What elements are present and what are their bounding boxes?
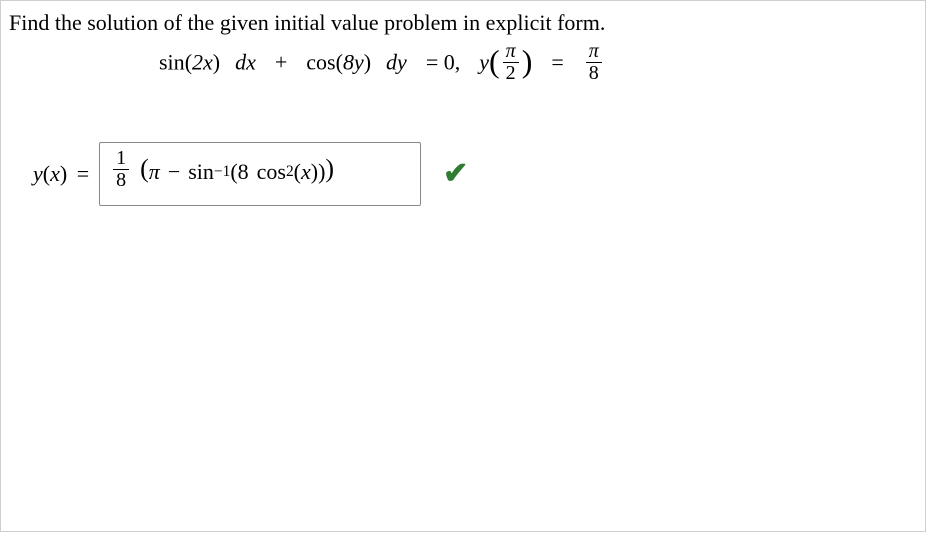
answer-input[interactable]: 1 8 ( π − sin−1(8cos2(x)) ) — [99, 142, 421, 206]
eq-dx: dx — [235, 49, 256, 74]
answer-row: y(x) = 1 8 ( π − sin−1(8cos2(x)) ) ✔ — [33, 142, 917, 206]
eq-sin-arg: 2x — [192, 49, 213, 74]
problem-equation: sin(2x) dx + cos(8y) dy = 0, y( π 2 ) = … — [159, 43, 917, 86]
problem-prompt: Find the solution of the given initial v… — [9, 9, 917, 37]
answer-close-paren: ) — [325, 159, 334, 180]
eq-rhs-frac: π 8 — [586, 41, 602, 84]
eq-cos-arg: 8y — [343, 49, 364, 74]
answer-inner-x: x — [301, 159, 311, 185]
problem-panel: Find the solution of the given initial v… — [0, 0, 926, 532]
answer-inner-open: ( — [230, 159, 237, 185]
answer-eight: 8 — [238, 159, 249, 185]
answer-frac: 1 8 — [113, 148, 129, 191]
eq-sin: sin — [159, 49, 185, 74]
eq-dy: dy — [386, 49, 407, 74]
answer-sin: sin — [188, 159, 214, 185]
answer-inner-x-close: ) — [311, 159, 318, 185]
answer-inner-close: ) — [318, 159, 325, 185]
eq-plus: + — [275, 49, 287, 74]
answer-cos: cos — [257, 159, 286, 185]
answer-inner-x-open: ( — [294, 159, 301, 185]
eq-init-y: y — [479, 49, 489, 74]
answer-pi: π — [149, 159, 160, 185]
answer-lhs: y(x) = — [33, 161, 93, 187]
answer-open-paren: ( — [140, 159, 149, 180]
page-root: Find the solution of the given initial v… — [0, 0, 940, 534]
eq-equals: = — [551, 49, 563, 74]
eq-equals-zero: = 0, — [426, 49, 460, 74]
answer-minus: − — [168, 159, 180, 185]
eq-cos: cos — [306, 49, 335, 74]
eq-init-x-frac: π 2 — [503, 41, 519, 84]
correct-check-icon: ✔ — [443, 156, 468, 191]
